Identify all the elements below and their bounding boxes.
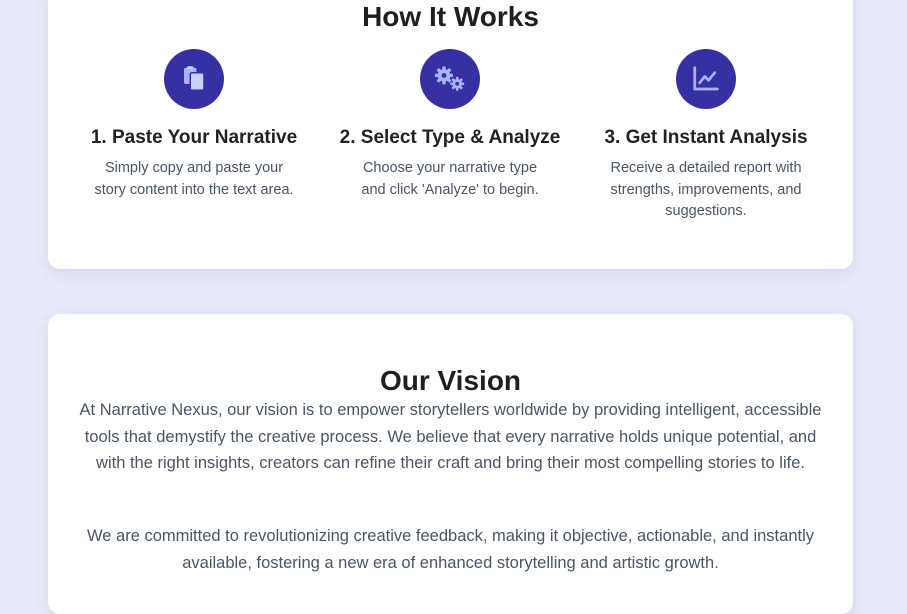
step-title: 3. Get Instant Analysis — [604, 127, 808, 148]
step-select-analyze: 2. Select Type & Analyze Choose your nar… — [330, 49, 570, 201]
step-get-analysis: 3. Get Instant Analysis Receive a detail… — [586, 49, 826, 223]
vision-paragraph: We are committed to revolutionizing crea… — [87, 527, 814, 572]
our-vision-title: Our Vision — [379, 365, 522, 397]
page: { "how_it_works": { "title": "How It Wor… — [0, 0, 907, 614]
how-it-works-card: How It Works 1. Paste Your Narrative Sim… — [48, 0, 853, 269]
step-title: 2. Select Type & Analyze — [339, 127, 561, 148]
clipboard-copy-icon — [164, 49, 224, 109]
step-title: 1. Paste Your Narrative — [90, 127, 298, 148]
our-vision-card: Our Vision At Narrative Nexus, our visio… — [48, 314, 853, 614]
gears-icon — [420, 49, 480, 109]
step-description: Choose your narrative type and click 'An… — [361, 160, 539, 198]
vision-paragraph: At Narrative Nexus, our vision is to emp… — [79, 401, 822, 472]
step-description: Simply copy and paste your story content… — [94, 160, 294, 198]
step-description: Receive a detailed report with strengths… — [610, 160, 802, 219]
chart-line-icon — [676, 49, 736, 109]
how-it-works-title: How It Works — [362, 1, 539, 33]
step-paste: 1. Paste Your Narrative Simply copy and … — [74, 49, 314, 201]
